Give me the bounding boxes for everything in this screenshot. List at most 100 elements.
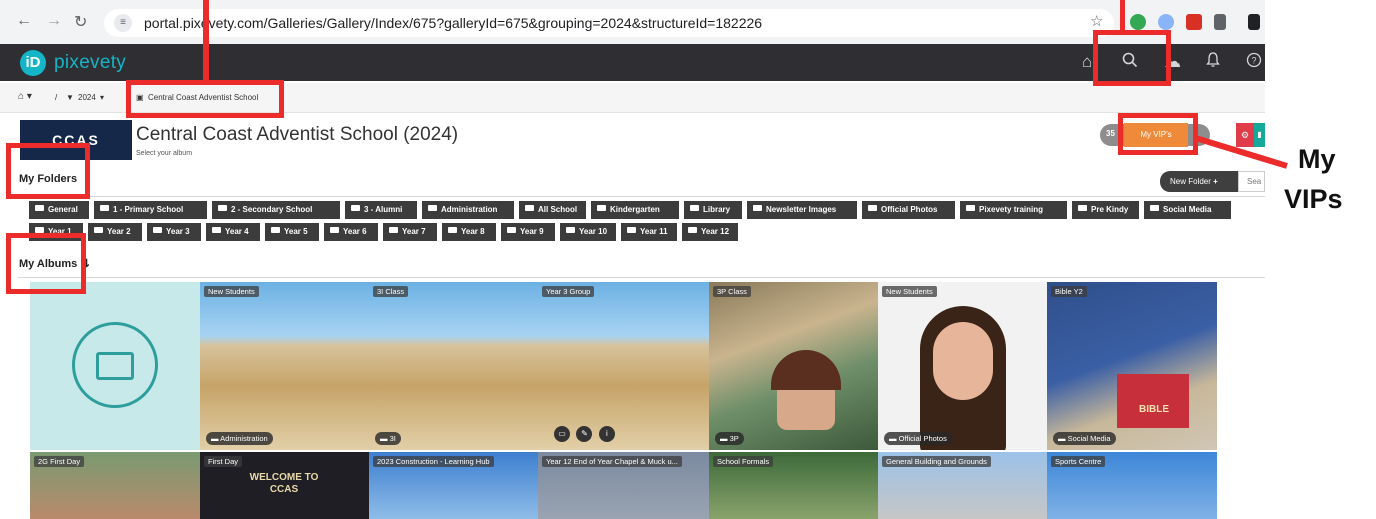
album-tile[interactable]: Sports Centre xyxy=(1047,452,1217,519)
breadcrumb-year[interactable]: 2024 xyxy=(78,93,96,102)
svg-text:?: ? xyxy=(1251,56,1256,66)
folder-chip-label: Year 7 xyxy=(402,227,426,236)
site-info-icon[interactable]: ≡ xyxy=(114,14,132,32)
breadcrumb-home-icon[interactable]: ⌂ ▾ xyxy=(18,91,32,102)
folder-chip-label: Pixevety training xyxy=(979,205,1044,214)
folder-chip[interactable]: Social Media xyxy=(1144,201,1231,219)
forward-icon[interactable]: → xyxy=(46,12,62,30)
folder-chip[interactable]: Year 3 xyxy=(147,223,201,241)
folder-icon xyxy=(1078,205,1087,211)
folder-chip[interactable]: Year 9 xyxy=(501,223,555,241)
folder-chip-label: Year 9 xyxy=(520,227,544,236)
annotation-box-vips xyxy=(1118,113,1198,155)
folder-chip-label: Official Photos xyxy=(881,205,938,214)
album-tile-placeholder[interactable] xyxy=(30,282,200,450)
folder-icon xyxy=(351,205,360,211)
album-title: New Students xyxy=(882,286,937,297)
album-tile[interactable]: 3I Class ▬ 3I xyxy=(369,282,538,450)
bookmark-star-icon[interactable]: ☆ xyxy=(1090,12,1103,30)
folder-chip[interactable]: Pixevety training xyxy=(960,201,1067,219)
folder-chip[interactable]: General xyxy=(29,201,89,219)
pdf-extension-icon[interactable] xyxy=(1186,14,1202,30)
folder-chip[interactable]: Year 2 xyxy=(88,223,142,241)
folder-chip[interactable]: Year 4 xyxy=(206,223,260,241)
album-tile[interactable]: 2G First Day xyxy=(30,452,200,519)
annotation-arrow-line xyxy=(203,0,209,82)
delete-button[interactable]: ▮ xyxy=(1254,123,1265,147)
welcome-sign-text: WELCOME TO CCAS xyxy=(249,472,319,495)
divider xyxy=(18,196,1265,197)
folder-chip[interactable]: Year 6 xyxy=(324,223,378,241)
album-tile[interactable]: School Formals xyxy=(709,452,878,519)
folder-chip[interactable]: 3 - Alumni xyxy=(345,201,417,219)
album-tile[interactable]: 3P Class ▬ 3P xyxy=(709,282,878,450)
folder-chip[interactable]: All School xyxy=(519,201,586,219)
browser-toolbar: ← → ↻ ≡ portal.pixevety.com/Galleries/Ga… xyxy=(0,0,1265,44)
help-icon[interactable]: ? xyxy=(1246,52,1262,73)
folder-chip-label: All School xyxy=(538,205,578,214)
app-logo-text[interactable]: pixevety xyxy=(54,52,126,74)
folder-chip-label: Social Media xyxy=(1163,205,1212,214)
album-photo-face xyxy=(933,322,993,400)
folder-icon xyxy=(35,205,44,211)
album-tile[interactable]: First Day WELCOME TO CCAS xyxy=(200,452,369,519)
album-title: School Formals xyxy=(713,456,774,467)
home-icon[interactable]: ⌂ xyxy=(1082,52,1092,72)
folder-chip[interactable]: Administration xyxy=(422,201,514,219)
folder-chip[interactable]: Pre Kindy xyxy=(1072,201,1139,219)
folder-icon xyxy=(271,227,280,233)
info-icon[interactable]: i xyxy=(598,426,615,442)
extension-blue-icon[interactable] xyxy=(1158,14,1174,30)
folder-chip[interactable]: Year 12 xyxy=(682,223,738,241)
album-tile[interactable]: Year 12 End of Year Chapel & Muck u... xyxy=(538,452,709,519)
breadcrumb-year-chevron-icon[interactable]: ▾ xyxy=(100,93,104,102)
extension-green-icon[interactable] xyxy=(1130,14,1146,30)
album-tile[interactable]: Year 3 Group ▭ ✎ i xyxy=(538,282,709,450)
folder-chip[interactable]: 2 - Secondary School xyxy=(212,201,340,219)
back-icon[interactable]: ← xyxy=(16,12,32,30)
annotation-arrow-line xyxy=(1120,0,1125,30)
folder-chip[interactable]: Year 5 xyxy=(265,223,319,241)
reload-icon[interactable]: ↻ xyxy=(74,12,87,32)
album-title: Year 3 Group xyxy=(542,286,595,297)
folder-search-input[interactable] xyxy=(1238,171,1265,192)
move-folder-icon[interactable]: ▭ xyxy=(554,426,570,442)
side-panel-icon[interactable] xyxy=(1248,14,1260,30)
folder-chip[interactable]: Newsletter Images xyxy=(747,201,857,219)
new-folder-button[interactable]: New Folder + xyxy=(1160,171,1238,192)
album-tile[interactable]: New Students ▬ Official Photos xyxy=(878,282,1047,450)
album-tile[interactable]: 2023 Construction - Learning Hub xyxy=(369,452,538,519)
new-folder-label: New Folder xyxy=(1170,177,1211,186)
extensions-puzzle-icon[interactable] xyxy=(1214,14,1226,30)
folder-icon xyxy=(507,227,516,233)
pixevety-logo-icon[interactable]: iD xyxy=(20,50,46,76)
folder-icon xyxy=(153,227,162,233)
page-subtitle: Select your album xyxy=(136,150,193,157)
album-tile[interactable]: New Students ▬ Administration xyxy=(200,282,369,450)
settings-gear-button[interactable]: ⚙ xyxy=(1236,123,1254,147)
album-tile[interactable]: General Building and Grounds xyxy=(878,452,1047,519)
folder-chip[interactable]: Library xyxy=(684,201,742,219)
bell-icon[interactable] xyxy=(1206,52,1220,73)
breadcrumb-separator: / xyxy=(55,93,58,102)
edit-pencil-icon[interactable]: ✎ xyxy=(576,426,593,442)
folder-icon xyxy=(627,227,636,233)
count-badge[interactable]: 35 xyxy=(1106,129,1115,138)
folder-chip[interactable]: Official Photos xyxy=(862,201,955,219)
folder-chip-label: Year 3 xyxy=(166,227,190,236)
breadcrumb-filter-icon: ▼ xyxy=(66,93,74,102)
folder-chip[interactable]: Year 8 xyxy=(442,223,496,241)
folder-icon xyxy=(1150,205,1159,211)
folder-icon xyxy=(690,205,699,211)
folder-chip[interactable]: Kindergarten xyxy=(591,201,679,219)
annotation-box-folders xyxy=(6,143,90,199)
folder-chip[interactable]: Year 10 xyxy=(560,223,616,241)
album-folder-badge: ▬ Social Media xyxy=(1053,432,1116,445)
address-bar[interactable]: ≡ portal.pixevety.com/Galleries/Gallery/… xyxy=(104,9,1114,37)
folder-chip[interactable]: 1 - Primary School xyxy=(94,201,207,219)
folder-chip[interactable]: Year 7 xyxy=(383,223,437,241)
folder-chip[interactable]: Year 11 xyxy=(621,223,677,241)
page-title: Central Coast Adventist School (2024) xyxy=(136,124,459,145)
album-title: 3I Class xyxy=(373,286,409,297)
album-tile[interactable]: BIBLE Bible Y2 ▬ Social Media xyxy=(1047,282,1217,450)
